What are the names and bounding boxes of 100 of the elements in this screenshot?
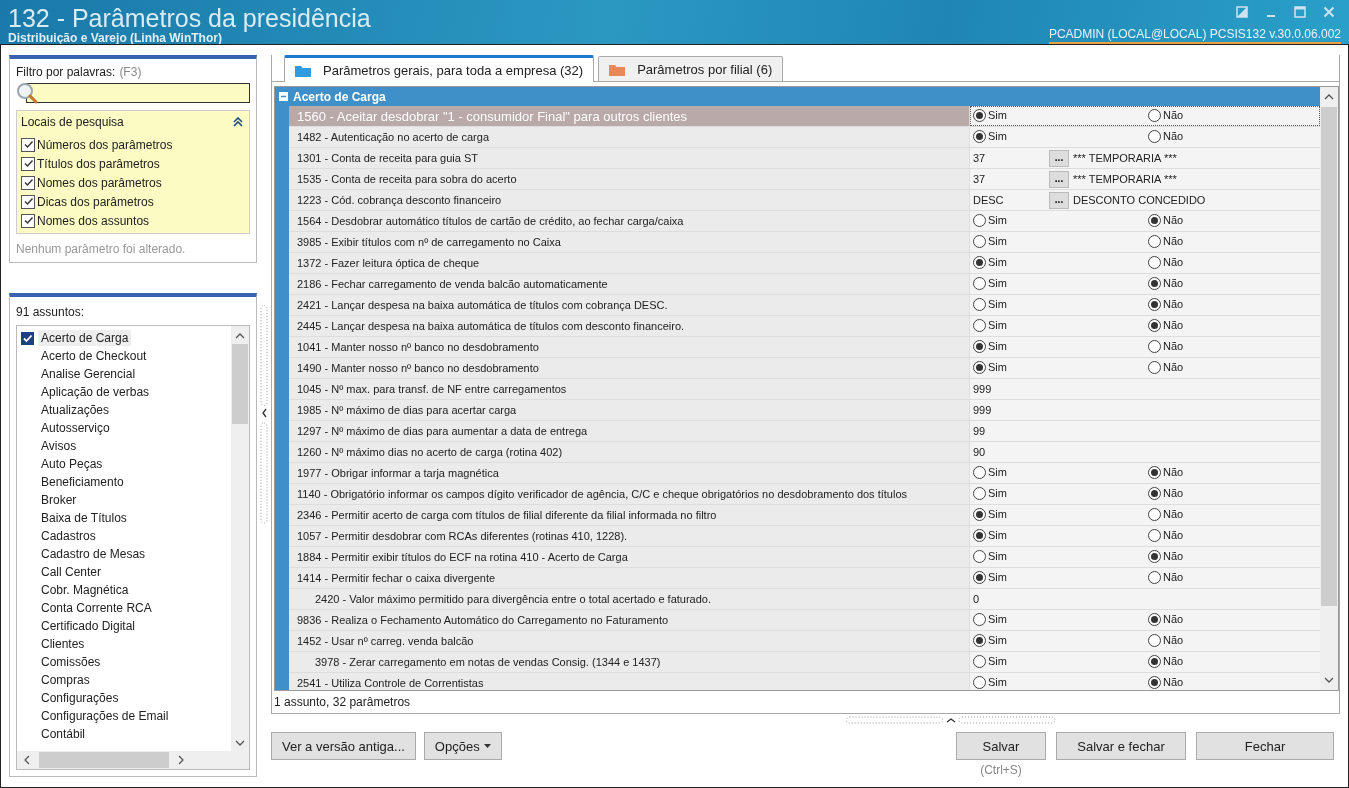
splitter-handle-icon[interactable] <box>260 305 268 525</box>
tab[interactable]: Parâmetros por filial (6) <box>598 56 784 81</box>
subject-item[interactable]: Conta Corrente RCA <box>38 600 155 616</box>
radio-button[interactable] <box>973 108 986 122</box>
parameter-row[interactable]: 1301 - Conta de receita para guia ST 37 ... *** TEMPORARIA *** <box>289 148 1320 169</box>
parameter-row[interactable]: 1414 - Permitir fechar o caixa divergente Sim Não <box>289 568 1320 589</box>
parameter-value[interactable]: 90 <box>970 446 1049 458</box>
subject-item[interactable]: Baixa de Títulos <box>38 510 130 526</box>
subject-item[interactable]: Certificado Digital <box>38 618 139 634</box>
parameter-value[interactable]: 999 <box>970 404 1049 416</box>
parameter-row[interactable]: 1560 - Aceitar desdobrar "1 - consumidor Final" para outros clientes Sim Não <box>289 106 1320 127</box>
radio-button[interactable] <box>973 276 986 290</box>
radio-button[interactable] <box>1148 318 1161 332</box>
radio-button[interactable] <box>1148 234 1161 248</box>
radio-button[interactable] <box>1148 339 1161 353</box>
parameter-row[interactable]: 1297 - Nº máximo de dias para aumentar a data de entrega 99 <box>289 421 1320 442</box>
lookup-button[interactable]: ... <box>1049 170 1069 188</box>
parameter-row[interactable]: 1041 - Manter nosso nº banco no desdobramento Sim Não <box>289 337 1320 358</box>
parameter-row[interactable]: 3978 - Zerar carregamento em notas de vendas Consig. (1344 e 1437) Sim Não <box>289 652 1320 673</box>
radio-button[interactable] <box>1148 213 1161 227</box>
lookup-button[interactable]: ... <box>1049 149 1069 167</box>
radio-button[interactable] <box>973 654 986 668</box>
checkbox[interactable] <box>21 194 35 209</box>
radio-button[interactable] <box>973 234 986 248</box>
radio-button[interactable] <box>1148 612 1161 626</box>
parameter-row[interactable]: 1260 - Nº máximo dias no acerto de carga (rotina 402) 90 <box>289 442 1320 463</box>
radio-button[interactable] <box>1148 465 1161 479</box>
parameter-row[interactable]: 1977 - Obrigar informar a tarja magnética Sim Não <box>289 463 1320 484</box>
radio-button[interactable] <box>1148 486 1161 500</box>
parameter-row[interactable]: 2420 - Valor máximo permitido para divergência entre o total acertado e faturado. 0 <box>289 589 1320 610</box>
parameter-row[interactable]: 1057 - Permitir desdobrar com RCAs diferentes (rotinas 410, 1228). Sim Não <box>289 526 1320 547</box>
parameter-row[interactable]: 1564 - Desdobrar automático títulos de cartão de crédito, ao fechar carga/caixa Sim Não <box>289 211 1320 232</box>
menu-button[interactable]: Opções <box>423 732 502 760</box>
parameter-value[interactable]: 99 <box>970 425 1049 437</box>
scroll-up-icon[interactable] <box>1324 93 1334 101</box>
radio-button[interactable] <box>973 318 986 332</box>
radio-button[interactable] <box>973 255 986 269</box>
scrollbar-thumb[interactable] <box>1321 107 1337 606</box>
parameter-row[interactable]: 1045 - Nº max. para transf. de NF entre carregamentos 999 <box>289 379 1320 400</box>
checkbox[interactable] <box>21 156 35 171</box>
scroll-down-icon[interactable] <box>235 739 245 747</box>
subject-item[interactable]: Auto Peças <box>38 456 106 472</box>
radio-button[interactable] <box>1148 360 1161 374</box>
parameter-row[interactable]: 1985 - Nº máximo de dias para acertar carga 999 <box>289 400 1320 421</box>
parameter-row[interactable]: 2421 - Lançar despesa na baixa automática de títulos com cobrança DESC. Sim Não <box>289 295 1320 316</box>
subject-item[interactable]: Comissões <box>38 654 104 670</box>
subject-item[interactable]: Analise Gerencial <box>38 366 139 382</box>
subject-item[interactable]: Contábil <box>38 726 89 742</box>
subject-item[interactable]: Autosserviço <box>38 420 113 436</box>
scrollbar[interactable] <box>1320 87 1338 690</box>
checkbox[interactable] <box>21 137 35 152</box>
radio-button[interactable] <box>973 507 986 521</box>
radio-button[interactable] <box>973 213 986 227</box>
parameter-row[interactable]: 3985 - Exibir títulos com nº de carregamento no Caixa Sim Não <box>289 232 1320 253</box>
subject-item[interactable]: Configurações <box>38 690 122 706</box>
radio-button[interactable] <box>973 465 986 479</box>
subject-item[interactable]: Clientes <box>38 636 88 652</box>
parameter-row[interactable]: 1482 - Autenticação no acerto de carga Sim Não <box>289 127 1320 148</box>
subject-item[interactable]: Call Center <box>38 564 105 580</box>
radio-button[interactable] <box>1148 297 1161 311</box>
scroll-left-icon[interactable] <box>23 755 31 765</box>
action-button[interactable]: Ver a versão antiga... <box>271 732 416 760</box>
subject-item[interactable]: Aplicação de verbas <box>38 384 153 400</box>
scrollbar-thumb[interactable] <box>39 752 169 768</box>
parameter-value[interactable]: 0 <box>970 593 1049 605</box>
splitter-handle-icon[interactable] <box>845 716 1056 724</box>
parameter-row[interactable]: 1140 - Obrigatório informar os campos dígito verificador de agência, C/C e cheque obrigatórios no desdobramento dos títulos Sim Não <box>289 484 1320 505</box>
radio-button[interactable] <box>1148 276 1161 290</box>
lookup-button[interactable]: ... <box>1049 191 1069 209</box>
radio-button[interactable] <box>973 297 986 311</box>
subject-item[interactable]: Compras <box>38 672 93 688</box>
action-button[interactable]: Fechar <box>1196 732 1334 760</box>
subject-item[interactable]: Broker <box>38 492 80 508</box>
radio-button[interactable] <box>973 360 986 374</box>
radio-button[interactable] <box>1148 675 1161 689</box>
subject-item[interactable]: Cobr. Magnética <box>38 582 132 598</box>
parameter-row[interactable]: 2186 - Fechar carregamento de venda balcão automaticamente Sim Não <box>289 274 1320 295</box>
radio-button[interactable] <box>1148 528 1161 542</box>
radio-button[interactable] <box>973 633 986 647</box>
tab[interactable]: Parâmetros gerais, para toda a empresa (32) <box>284 55 595 82</box>
radio-button[interactable] <box>973 129 986 143</box>
radio-button[interactable] <box>1148 507 1161 521</box>
radio-button[interactable] <box>1148 654 1161 668</box>
parameter-value[interactable]: 999 <box>970 383 1049 395</box>
radio-button[interactable] <box>973 675 986 689</box>
subject-item[interactable]: Configurações de Email <box>38 708 172 724</box>
radio-button[interactable] <box>973 549 986 563</box>
checkbox[interactable] <box>21 331 34 345</box>
group-header[interactable]: Acerto de Carga <box>275 87 1320 106</box>
parameter-row[interactable]: 9836 - Realiza o Fechamento Automático do Carregamento no Faturamento Sim Não <box>289 610 1320 631</box>
scroll-down-icon[interactable] <box>1324 676 1334 684</box>
action-button[interactable]: Salvar <box>956 732 1046 760</box>
subject-item[interactable]: Acerto de Carga <box>38 330 132 346</box>
subject-item[interactable]: Acerto de Checkout <box>38 348 150 364</box>
subject-item[interactable]: Atualizações <box>38 402 113 418</box>
parameter-row[interactable]: 2541 - Utiliza Controle de Correntistas Sim Não <box>289 673 1320 690</box>
scrollbar[interactable] <box>17 751 249 769</box>
radio-button[interactable] <box>973 339 986 353</box>
radio-button[interactable] <box>973 486 986 500</box>
parameter-row[interactable]: 1490 - Manter nosso nº banco no desdobramento Sim Não <box>289 358 1320 379</box>
